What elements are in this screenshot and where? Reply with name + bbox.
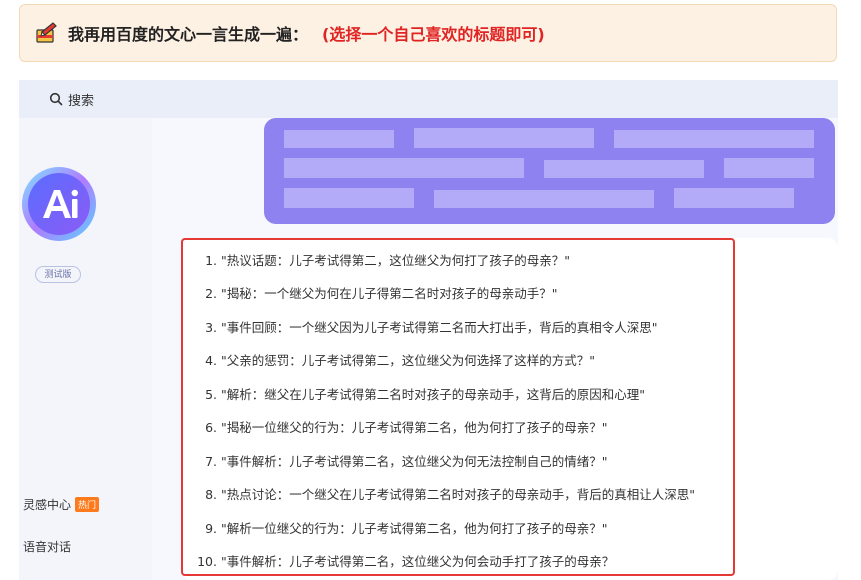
search-bar[interactable]: 搜索 bbox=[19, 80, 838, 118]
sidebar-item-voice-chat[interactable]: 语音对话 bbox=[23, 538, 71, 556]
blurred-text bbox=[434, 190, 654, 208]
item-text: "热议话题：儿子考试得第二，这位继父为何打了孩子的母亲？" bbox=[221, 253, 571, 268]
search-icon bbox=[49, 92, 63, 106]
item-text: "解析一位继父的行为：儿子考试得第二名，他为何打了孩子的母亲？" bbox=[221, 521, 608, 536]
item-text: "事件解析：儿子考试得第二名，这位继父为何会动手打了孩子的母亲？ bbox=[221, 554, 615, 569]
user-message-bubble-blurred bbox=[264, 118, 835, 224]
sidebar: 测试版 灵感中心 热门 语音对话 bbox=[19, 118, 152, 580]
item-text: "父亲的惩罚：儿子考试得第二，这位继父为何选择了这样的方式？" bbox=[221, 353, 596, 368]
list-item: 8. "热点讨论：一个继父在儿子考试得第二名时对孩子的母亲动手，背后的真相让人深思… bbox=[183, 484, 695, 504]
item-number: 6. bbox=[205, 420, 217, 435]
item-number: 4. bbox=[205, 353, 217, 368]
item-text: "揭秘一位继父的行为：儿子考试得第二名，他为何打了孩子的母亲？" bbox=[221, 420, 608, 435]
item-number: 10. bbox=[197, 554, 217, 569]
list-item: 4. "父亲的惩罚：儿子考试得第二，这位继父为何选择了这样的方式？" bbox=[183, 350, 595, 370]
item-text: "揭秘：一个继父为何在儿子得第二名时对孩子的母亲动手？" bbox=[221, 286, 558, 301]
notebook-pencil-icon bbox=[36, 22, 57, 43]
blurred-text bbox=[674, 188, 794, 208]
blurred-text bbox=[284, 158, 524, 178]
blurred-text bbox=[284, 188, 414, 208]
item-text: "热点讨论：一个继父在儿子考试得第二名时对孩子的母亲动手，背后的真相让人深思" bbox=[221, 487, 696, 502]
item-number: 9. bbox=[205, 521, 217, 536]
list-item: 9. "解析一位继父的行为：儿子考试得第二名，他为何打了孩子的母亲？" bbox=[183, 518, 608, 538]
item-number: 8. bbox=[205, 487, 217, 502]
highlight-frame: 1. "热议话题：儿子考试得第二，这位继父为何打了孩子的母亲？" 2. "揭秘：一个… bbox=[181, 238, 735, 576]
banner-title: 我再用百度的文心一言生成一遍： bbox=[68, 25, 309, 44]
item-text: "事件回顾：一个继父因为儿子考试得第二名而大打出手，背后的真相令人深思" bbox=[221, 320, 658, 335]
item-text: "解析：继父在儿子考试得第二名时对孩子的母亲动手，这背后的原因和心理" bbox=[221, 387, 646, 402]
blurred-text bbox=[544, 160, 704, 178]
banner-hint: (选择一个自己喜欢的标题即可) bbox=[322, 25, 545, 44]
ai-logo-icon bbox=[22, 167, 96, 241]
list-item: 6. "揭秘一位继父的行为：儿子考试得第二名，他为何打了孩子的母亲？" bbox=[183, 417, 608, 437]
list-item: 3. "事件回顾：一个继父因为儿子考试得第二名而大打出手，背后的真相令人深思" bbox=[183, 317, 658, 337]
item-number: 7. bbox=[205, 454, 217, 469]
blurred-text bbox=[724, 158, 814, 178]
list-item: 1. "热议话题：儿子考试得第二，这位继父为何打了孩子的母亲？" bbox=[183, 250, 570, 270]
item-number: 1. bbox=[205, 253, 217, 268]
sidebar-item-label: 灵感中心 bbox=[23, 498, 72, 512]
sidebar-item-label: 语音对话 bbox=[23, 540, 72, 554]
title-list: 1. "热议话题：儿子考试得第二，这位继父为何打了孩子的母亲？" 2. "揭秘：一个… bbox=[183, 240, 733, 574]
list-item: 2. "揭秘：一个继父为何在儿子得第二名时对孩子的母亲动手？" bbox=[183, 283, 558, 303]
blurred-text bbox=[614, 130, 814, 148]
list-item: 10. "事件解析：儿子考试得第二名，这位继父为何会动手打了孩子的母亲？ bbox=[183, 551, 614, 571]
sidebar-item-inspiration-center[interactable]: 灵感中心 热门 bbox=[23, 496, 100, 513]
item-number: 5. bbox=[205, 387, 217, 402]
list-item: 5. "解析：继父在儿子考试得第二名时对孩子的母亲动手，这背后的原因和心理" bbox=[183, 384, 645, 404]
blurred-text bbox=[414, 128, 594, 148]
blurred-text bbox=[284, 130, 394, 148]
hot-badge: 热门 bbox=[75, 497, 100, 512]
item-number: 2. bbox=[205, 286, 217, 301]
item-number: 3. bbox=[205, 320, 217, 335]
search-label: 搜索 bbox=[68, 93, 95, 109]
beta-badge: 测试版 bbox=[35, 266, 81, 283]
list-item: 7. "事件解析：儿子考试得第二名，这位继父为何无法控制自己的情绪？" bbox=[183, 451, 608, 471]
instruction-banner: 我再用百度的文心一言生成一遍： (选择一个自己喜欢的标题即可) bbox=[19, 4, 837, 62]
item-text: "事件解析：儿子考试得第二名，这位继父为何无法控制自己的情绪？" bbox=[221, 454, 608, 469]
